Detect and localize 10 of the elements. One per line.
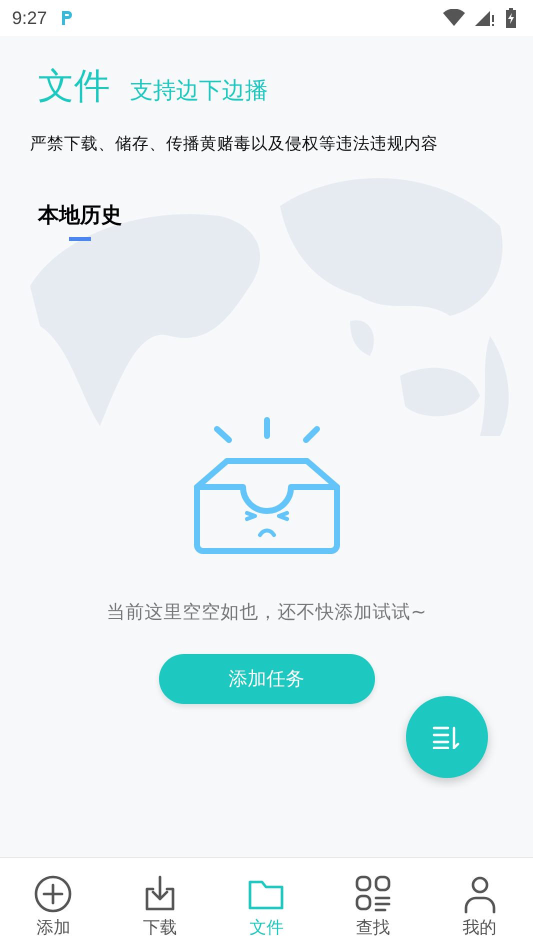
notice-text: 严禁下载、储存、传播黄赌毒以及侵权等违法违规内容	[29, 133, 439, 155]
status-time: 9:27	[12, 8, 48, 28]
page-title: 文件	[38, 65, 110, 109]
page-subtitle: 支持边下边播	[130, 77, 268, 106]
nav-tab[interactable]: 查找	[320, 858, 426, 948]
nav-tab[interactable]: 下载	[106, 858, 214, 948]
empty-message: 当前这里空空如也，还不快添加试试~	[106, 601, 426, 624]
nav-tab[interactable]: 添加	[0, 858, 107, 948]
tab[interactable]: 本地历史	[38, 201, 122, 241]
nav-tab[interactable]: 我的	[426, 858, 533, 948]
